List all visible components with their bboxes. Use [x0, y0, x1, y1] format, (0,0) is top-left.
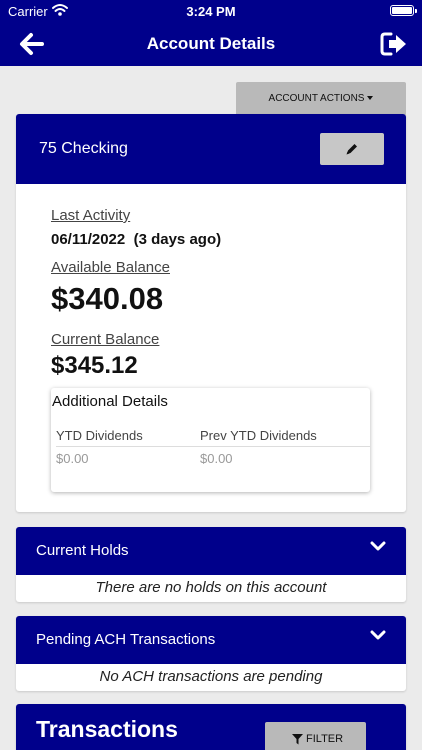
additional-details-panel: Additional Details YTD Dividends Prev YT… — [51, 388, 370, 492]
transactions-card: Transactions FILTER — [16, 704, 406, 750]
filter-button[interactable]: FILTER — [265, 722, 366, 750]
filter-label: FILTER — [306, 733, 344, 745]
current-balance-label: Current Balance — [51, 331, 160, 348]
account-card-header: 75 Checking — [16, 114, 406, 184]
sign-out-icon[interactable] — [380, 31, 408, 57]
caret-down-icon — [367, 96, 374, 101]
prev-ytd-dividends-header: Prev YTD Dividends — [200, 428, 317, 443]
ytd-dividends-header: YTD Dividends — [56, 428, 143, 443]
page-title: Account Details — [146, 34, 276, 53]
divider — [56, 446, 370, 447]
holds-empty-message: There are no holds on this account — [95, 579, 327, 596]
account-card: 75 Checking Last Activity 06/11/2022 (3 … — [16, 114, 406, 512]
current-holds-header[interactable]: Current Holds — [16, 527, 406, 575]
last-activity-value: 06/11/2022 (3 days ago) — [51, 231, 222, 248]
pending-ach-header[interactable]: Pending ACH Transactions — [16, 616, 406, 664]
last-activity-label: Last Activity — [51, 207, 131, 224]
prev-ytd-dividends-value: $0.00 — [200, 451, 233, 466]
pencil-icon — [346, 144, 357, 155]
additional-details-title: Additional Details — [52, 393, 168, 410]
chevron-down-icon[interactable] — [370, 540, 386, 552]
chevron-down-icon[interactable] — [370, 629, 386, 641]
edit-account-button[interactable] — [320, 133, 384, 165]
status-time: 3:24 PM — [186, 4, 236, 19]
ytd-dividends-value: $0.00 — [56, 451, 89, 466]
account-actions-button[interactable]: ACCOUNT ACTIONS — [236, 82, 406, 116]
filter-icon — [292, 734, 303, 745]
account-name: 75 Checking — [39, 140, 128, 157]
transactions-header: Transactions FILTER — [16, 704, 406, 750]
status-bar: Carrier 3:24 PM — [0, 0, 422, 22]
available-balance-value: $340.08 — [51, 281, 164, 316]
transactions-title: Transactions — [36, 716, 178, 742]
account-actions-label: ACCOUNT ACTIONS — [268, 93, 365, 104]
current-holds-card: Current Holds There are no holds on this… — [16, 527, 406, 602]
battery-icon — [390, 5, 417, 16]
pending-ach-card: Pending ACH Transactions No ACH transact… — [16, 616, 406, 691]
ach-empty-message: No ACH transactions are pending — [99, 668, 323, 685]
current-balance-value: $345.12 — [51, 352, 138, 379]
current-holds-title: Current Holds — [36, 542, 129, 559]
available-balance-label: Available Balance — [51, 259, 170, 276]
nav-bar: Account Details — [0, 22, 422, 66]
pending-ach-title: Pending ACH Transactions — [36, 631, 216, 648]
